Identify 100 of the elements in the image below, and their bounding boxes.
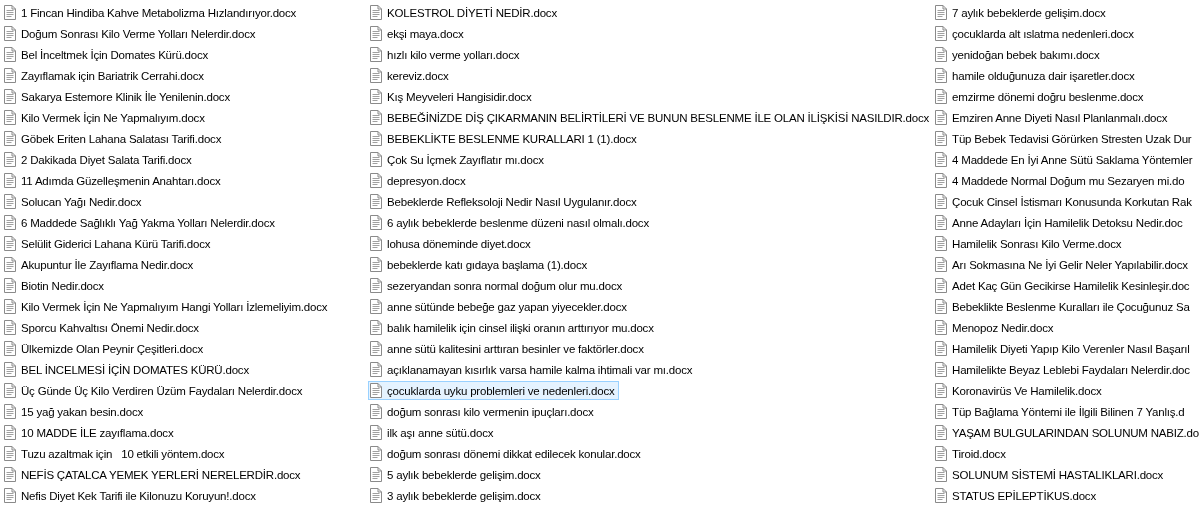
file-item[interactable]: BEBEĞİNİZDE DİŞ ÇIKARMANIN BELİRTİLERİ VE BUNUN BESLENME İLE OLAN İLİŞKİSİ NASILDIR.docx	[368, 108, 934, 127]
file-item[interactable]: 15 yağ yakan besin.docx	[2, 402, 147, 421]
file-item[interactable]: Koronavirüs Ve Hamilelik.docx	[933, 381, 1106, 400]
file-item[interactable]: 6 Maddede Sağlıklı Yağ Yakma Yolları Nelerdir.docx	[2, 213, 279, 232]
file-item[interactable]: Nefis Diyet Kek Tarifi ile Kilonuzu Koruyun!.docx	[2, 486, 260, 505]
file-item[interactable]: hamile olduğunuza dair işaretler.docx	[933, 66, 1139, 85]
file-item[interactable]: Hamilelikte Beyaz Leblebi Faydaları Nelerdir.doc	[933, 360, 1194, 379]
file-item[interactable]: Tüp Bağlama Yöntemi ile İlgili Bilinen 7 Yanlış.d	[933, 402, 1189, 421]
document-icon	[935, 425, 948, 440]
document-icon	[935, 341, 948, 356]
document-icon	[935, 404, 948, 419]
file-item[interactable]: Üç Günde Üç Kilo Verdiren Üzüm Faydaları Nelerdir.docx	[2, 381, 307, 400]
file-item[interactable]: 4 Maddede En İyi Anne Sütü Saklama Yöntemler	[933, 150, 1197, 169]
file-item[interactable]: Bebeklikte Beslenme Kuralları ile Çocuğunuz Sa	[933, 297, 1194, 316]
file-item[interactable]: Kilo Vermek İçin Ne Yapmalıyım Hangi Yolları İzlemeliyim.docx	[2, 297, 332, 316]
file-item[interactable]: Bebeklerde Refleksoloji Nedir Nasıl Uygulanır.docx	[368, 192, 641, 211]
file-item[interactable]: çocuklarda alt ıslatma nedenleri.docx	[933, 24, 1138, 43]
file-item[interactable]: Selülit Giderici Lahana Kürü Tarifi.docx	[2, 234, 215, 253]
file-item[interactable]: Emziren Anne Diyeti Nasıl Planlanmalı.docx	[933, 108, 1172, 127]
file-item[interactable]: 4 Maddede Normal Doğum mu Sezaryen mi.do	[933, 171, 1189, 190]
document-icon	[370, 488, 383, 503]
document-icon	[4, 47, 16, 62]
document-icon	[935, 236, 948, 251]
file-item[interactable]: 3 aylık bebeklerde gelişim.docx	[368, 486, 545, 505]
document-icon	[935, 110, 948, 125]
file-item[interactable]: doğum sonrası kilo vermenin ipuçları.docx	[368, 402, 598, 421]
file-item[interactable]: balık hamilelik için cinsel ilişki oranın arttırıyor mu.docx	[368, 318, 658, 337]
file-item[interactable]: 6 aylık bebeklerde beslenme düzeni nasıl olmalı.docx	[368, 213, 653, 232]
file-item[interactable]: YAŞAM BULGULARINDAN SOLUNUM NABIZ.do	[933, 423, 1203, 442]
file-item[interactable]: BEL İNCELMESİ İÇİN DOMATES KÜRÜ.docx	[2, 360, 253, 379]
document-icon	[4, 278, 16, 293]
file-item[interactable]: çocuklarda uyku problemleri ve nedenleri.docx	[368, 381, 619, 400]
document-icon	[935, 299, 948, 314]
document-icon	[370, 173, 383, 188]
document-icon	[935, 215, 948, 230]
file-item[interactable]: Tiroid.docx	[933, 444, 1010, 463]
file-item[interactable]: Arı Sokmasına Ne İyi Gelir Neler Yapılabilir.docx	[933, 255, 1192, 274]
document-icon	[935, 131, 948, 146]
file-item[interactable]: kereviz.docx	[368, 66, 453, 85]
file-item[interactable]: Hamilelik Diyeti Yapıp Kilo Verenler Nasıl Başarıl	[933, 339, 1194, 358]
file-item[interactable]: doğum sonrası dönemi dikkat edilecek konular.docx	[368, 444, 645, 463]
document-icon	[370, 26, 383, 41]
file-item[interactable]: Tüp Bebek Tedavisi Görürken Stresten Uzak Dur	[933, 129, 1196, 148]
file-item[interactable]: açıklanamayan kısırlık varsa hamile kalma ihtimali var mı.docx	[368, 360, 697, 379]
document-icon	[370, 446, 383, 461]
file-item[interactable]: Sporcu Kahvaltısı Önemi Nedir.docx	[2, 318, 203, 337]
file-item[interactable]: Tuzu azaltmak için 10 etkili yöntem.docx	[2, 444, 229, 463]
file-item[interactable]: Solucan Yağı Nedir.docx	[2, 192, 146, 211]
file-item[interactable]: 10 MADDE İLE zayıflama.docx	[2, 423, 178, 442]
file-item[interactable]: depresyon.docx	[368, 171, 470, 190]
file-item[interactable]: Bel İnceltmek İçin Domates Kürü.docx	[2, 45, 213, 64]
file-item[interactable]: anne sütü kalitesini arttıran besinler ve faktörler.docx	[368, 339, 648, 358]
file-item[interactable]: Adet Kaç Gün Gecikirse Hamilelik Kesinleşir.doc	[933, 276, 1194, 295]
file-item[interactable]: Hamilelik Sonrası Kilo Verme.docx	[933, 234, 1126, 253]
document-icon	[4, 89, 16, 104]
file-item[interactable]: Anne Adayları İçin Hamilelik Detoksu Nedir.doc	[933, 213, 1187, 232]
file-item[interactable]: anne sütünde bebeğe gaz yapan yiyecekler.docx	[368, 297, 631, 316]
document-icon	[4, 152, 16, 167]
document-icon	[4, 320, 16, 335]
file-item[interactable]: NEFİS ÇATALCA YEMEK YERLERİ NERELERDİR.docx	[2, 465, 305, 484]
file-item[interactable]: Zayıflamak için Bariatrik Cerrahi.docx	[2, 66, 208, 85]
file-item[interactable]: SOLUNUM SİSTEMİ HASTALIKLARI.docx	[933, 465, 1168, 484]
file-item[interactable]: ilk aşı anne sütü.docx	[368, 423, 498, 442]
document-icon	[935, 446, 948, 461]
file-item[interactable]: 1 Fincan Hindiba Kahve Metabolizma Hızlandırıyor.docx	[2, 3, 301, 22]
file-item[interactable]: STATUS EPİLEPTİKUS.docx	[933, 486, 1100, 505]
document-icon	[370, 425, 383, 440]
file-item[interactable]: Biotin Nedir.docx	[2, 276, 108, 295]
document-icon	[370, 341, 383, 356]
file-item[interactable]: emzirme dönemi doğru beslenme.docx	[933, 87, 1148, 106]
file-item[interactable]: Doğum Sonrası Kilo Verme Yolları Nelerdir.docx	[2, 24, 260, 43]
file-item[interactable]: Ülkemizde Olan Peynir Çeşitleri.docx	[2, 339, 207, 358]
file-item[interactable]: Çocuk Cinsel İstismarı Konusunda Korkutan Rak	[933, 192, 1196, 211]
document-icon	[935, 362, 948, 377]
file-item[interactable]: KOLESTROL DİYETİ NEDİR.docx	[368, 3, 561, 22]
document-icon	[370, 68, 383, 83]
document-icon	[4, 110, 16, 125]
file-item[interactable]: sezeryandan sonra normal doğum olur mu.docx	[368, 276, 626, 295]
file-item[interactable]: Çok Su İçmek Zayıflatır mı.docx	[368, 150, 548, 169]
document-icon	[4, 341, 16, 356]
file-item[interactable]: 5 aylık bebeklerde gelişim.docx	[368, 465, 545, 484]
file-item[interactable]: Göbek Eriten Lahana Salatası Tarifi.docx	[2, 129, 226, 148]
file-item[interactable]: Akupuntur İle Zayıflama Nedir.docx	[2, 255, 198, 274]
file-item[interactable]: Kış Meyveleri Hangisidir.docx	[368, 87, 536, 106]
file-item[interactable]: lohusa döneminde diyet.docx	[368, 234, 535, 253]
file-item[interactable]: BEBEKLİKTE BESLENME KURALLARI 1 (1).docx	[368, 129, 641, 148]
file-item[interactable]: ekşi maya.docx	[368, 24, 468, 43]
document-icon	[4, 425, 16, 440]
file-item[interactable]: yenidoğan bebek bakımı.docx	[933, 45, 1104, 64]
file-item[interactable]: 7 aylık bebeklerde gelişim.docx	[933, 3, 1110, 22]
file-item[interactable]: bebeklerde katı gıdaya başlama (1).docx	[368, 255, 591, 274]
file-item[interactable]: Sakarya Estemore Klinik İle Yenilenin.docx	[2, 87, 234, 106]
file-item[interactable]: 11 Adımda Güzelleşmenin Anahtarı.docx	[2, 171, 225, 190]
document-icon	[4, 299, 16, 314]
document-icon	[370, 383, 383, 398]
document-icon	[370, 47, 383, 62]
file-item[interactable]: Kilo Vermek İçin Ne Yapmalıyım.docx	[2, 108, 209, 127]
file-item[interactable]: 2 Dakikada Diyet Salata Tarifi.docx	[2, 150, 196, 169]
file-item[interactable]: hızlı kilo verme yolları.docx	[368, 45, 524, 64]
file-item[interactable]: Menopoz Nedir.docx	[933, 318, 1058, 337]
